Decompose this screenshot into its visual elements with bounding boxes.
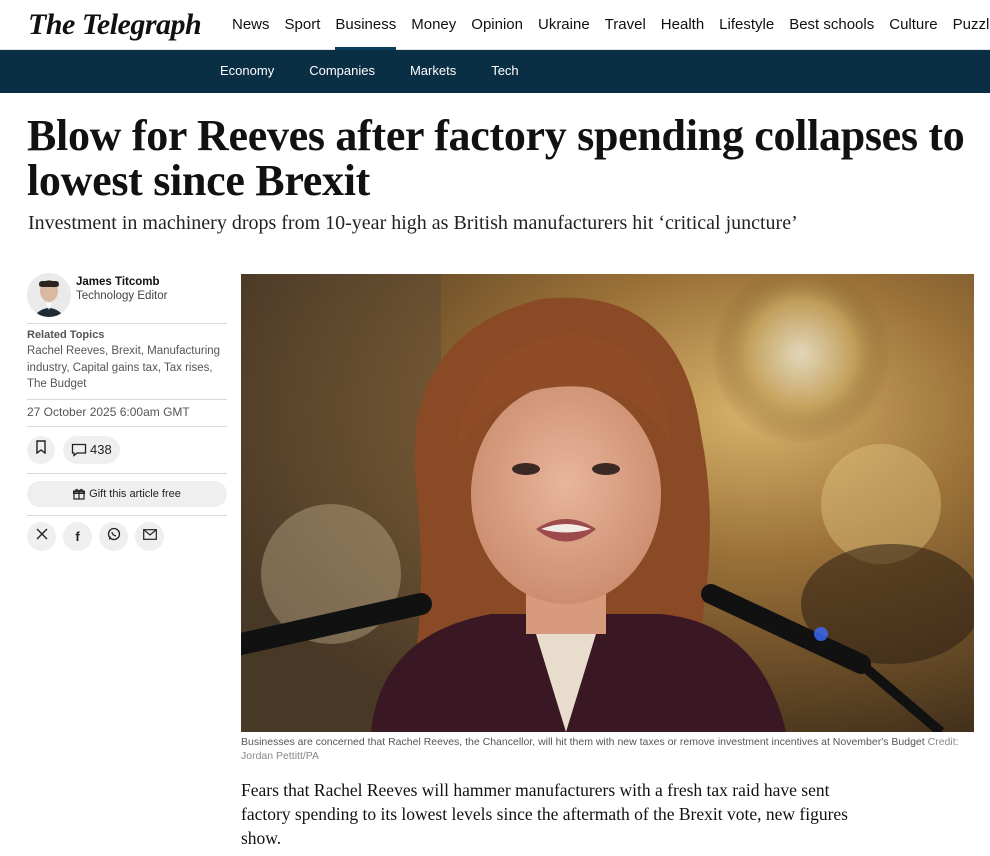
related-topics-links[interactable]: Rachel Reeves, Brexit, Manufacturing ind… [27, 343, 227, 393]
article-actions: 438 [27, 427, 227, 473]
gift-icon [73, 488, 86, 500]
caption-text: Businesses are concerned that Rachel Ree… [241, 736, 925, 748]
top-navigation: The Telegraph News Sport Business Money … [0, 0, 990, 50]
nav-opinion[interactable]: Opinion [471, 0, 523, 50]
share-email-button[interactable] [135, 521, 164, 551]
telegraph-logo[interactable]: The Telegraph [28, 8, 202, 42]
share-whatsapp-button[interactable] [99, 521, 128, 551]
image-caption: Businesses are concerned that Rachel Ree… [241, 735, 974, 763]
nav-culture[interactable]: Culture [889, 0, 937, 50]
nav-news[interactable]: News [232, 0, 270, 50]
facebook-icon: f [75, 528, 80, 544]
whatsapp-icon [107, 527, 121, 546]
x-icon [36, 527, 48, 545]
comment-count: 438 [90, 442, 112, 457]
comment-icon [71, 443, 87, 457]
comments-button[interactable]: 438 [63, 435, 120, 464]
subnav-economy[interactable]: Economy [220, 50, 274, 91]
divider [27, 514, 227, 516]
article-hero-image [241, 274, 974, 732]
nav-best-schools[interactable]: Best schools [789, 0, 874, 50]
author-byline: James Titcomb Technology Editor [27, 273, 227, 323]
divider [27, 323, 227, 324]
divider [27, 472, 227, 474]
nav-ukraine[interactable]: Ukraine [538, 0, 590, 50]
gift-label: Gift this article free [89, 487, 181, 500]
share-buttons: f [27, 521, 227, 551]
article-headline: Blow for Reeves after factory spending c… [27, 111, 965, 205]
gift-article-button[interactable]: Gift this article free [27, 480, 227, 507]
subnav-markets[interactable]: Markets [410, 50, 456, 91]
author-name[interactable]: James Titcomb [76, 275, 167, 289]
article-standfirst: Investment in machinery drops from 10-ye… [28, 212, 798, 234]
nav-travel[interactable]: Travel [605, 0, 646, 50]
section-subnav: Economy Companies Markets Tech [0, 50, 990, 93]
article-body-paragraph: Fears that Rachel Reeves will hammer man… [241, 780, 848, 848]
share-x-button[interactable] [27, 521, 56, 551]
divider [27, 398, 227, 400]
nav-lifestyle[interactable]: Lifestyle [719, 0, 774, 50]
nav-health[interactable]: Health [661, 0, 704, 50]
nav-puzzles[interactable]: Puzzles [953, 0, 990, 50]
author-role: Technology Editor [76, 290, 168, 302]
share-facebook-button[interactable]: f [63, 521, 92, 551]
primary-nav: News Sport Business Money Opinion Ukrain… [232, 0, 990, 50]
bookmark-button[interactable] [27, 435, 55, 464]
related-topics-heading: Related Topics [27, 329, 105, 341]
subnav-tech[interactable]: Tech [491, 50, 518, 91]
article-sidebar: James Titcomb Technology Editor Related … [27, 273, 227, 551]
email-icon [142, 527, 157, 545]
nav-sport[interactable]: Sport [285, 0, 321, 50]
nav-business[interactable]: Business [335, 0, 396, 50]
author-avatar[interactable] [27, 273, 71, 317]
nav-money[interactable]: Money [411, 0, 456, 50]
bookmark-icon [35, 440, 47, 459]
subnav-companies[interactable]: Companies [309, 50, 375, 91]
publish-date: 27 October 2025 6:00am GMT [27, 404, 190, 419]
